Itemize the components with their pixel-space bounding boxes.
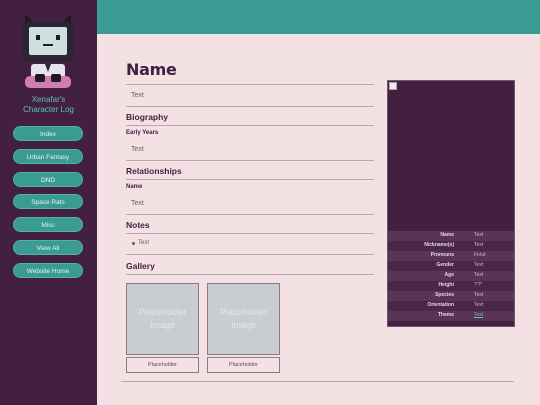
- nav-button-website-home[interactable]: Website Home: [13, 263, 83, 278]
- biography-heading: Biography: [126, 112, 169, 122]
- infobox-value: Text: [474, 292, 484, 298]
- infobox-key: Nickname(s): [424, 242, 454, 248]
- biography-text: Text: [131, 146, 144, 153]
- site-title-line2: Character Log: [23, 105, 74, 114]
- infobox-row: Pronouns Fe/ut: [388, 251, 514, 261]
- infobox-row: Gender Text: [388, 261, 514, 271]
- infobox-row: Name Text: [388, 231, 514, 241]
- gallery-image-placeholder: Placeholder Image: [219, 307, 268, 330]
- character-portrait[interactable]: [388, 81, 514, 229]
- divider: [126, 160, 374, 161]
- infobox-key: Orientation: [427, 302, 454, 308]
- divider: [126, 84, 374, 85]
- infobox-key: Age: [444, 272, 454, 278]
- nav-button-space-rats[interactable]: Space Rats: [13, 194, 83, 209]
- infobox-key: Height: [438, 282, 454, 288]
- infobox-value: Fe/ut: [474, 252, 486, 258]
- divider: [126, 179, 374, 180]
- divider: [126, 254, 374, 255]
- character-name-heading: Name: [126, 60, 177, 79]
- divider: [126, 233, 374, 234]
- nav-button-dnd[interactable]: DND: [13, 172, 83, 187]
- relationships-text: Text: [131, 200, 144, 207]
- relationships-heading: Relationships: [126, 166, 182, 176]
- gallery-heading: Gallery: [126, 261, 155, 271]
- nav-button-misc[interactable]: Misc: [13, 217, 83, 232]
- broken-image-icon: [389, 82, 397, 90]
- character-infobox: Name Text Nickname(s) Text Pronouns Fe/ut Gend…: [387, 80, 515, 327]
- infobox-row: Theme Text: [388, 311, 514, 321]
- intro-text: Text: [131, 92, 144, 99]
- infobox-row: Orientation Text: [388, 301, 514, 311]
- biography-subheading: Early Years: [126, 130, 159, 136]
- notes-heading: Notes: [126, 220, 150, 230]
- infobox-value: Text: [474, 272, 484, 278]
- gallery-caption: Placeholder: [207, 357, 280, 373]
- site-title[interactable]: Xenafar's Character Log: [0, 95, 97, 115]
- divider: [126, 106, 374, 107]
- infobox-key: Gender: [436, 262, 454, 268]
- infobox-row: Height ?'?": [388, 281, 514, 291]
- infobox-theme-link[interactable]: Text: [474, 312, 483, 318]
- infobox-row: Nickname(s) Text: [388, 241, 514, 251]
- infobox-value: Text: [474, 232, 484, 238]
- nav-button-view-all[interactable]: View All: [13, 240, 83, 255]
- infobox-key: Pronouns: [430, 252, 454, 258]
- infobox-value: Text: [474, 262, 484, 268]
- top-banner: [97, 0, 540, 34]
- gallery-caption: Placeholder: [126, 357, 199, 373]
- gallery-image-placeholder: Placeholder Image: [138, 307, 187, 330]
- gallery-image[interactable]: Placeholder Image: [126, 283, 199, 355]
- divider: [126, 214, 374, 215]
- infobox-value: Text: [474, 302, 484, 308]
- infobox-row: Species Text: [388, 291, 514, 301]
- bullet-dot: [132, 242, 135, 245]
- footer-divider: [121, 381, 514, 382]
- relationships-subheading: Name: [126, 184, 143, 190]
- nav-button-urban-fantasy[interactable]: Urban Fantasy: [13, 149, 83, 164]
- infobox-value: ?'?": [474, 282, 483, 288]
- infobox-key: Name: [440, 232, 454, 238]
- infobox-key: Species: [435, 292, 454, 298]
- infobox-row: Age Text: [388, 271, 514, 281]
- divider: [126, 125, 374, 126]
- nav-button-index[interactable]: Index: [13, 126, 83, 141]
- infobox-key: Theme: [437, 312, 454, 318]
- gallery-image[interactable]: Placeholder Image: [207, 283, 280, 355]
- notes-item: Text: [138, 240, 150, 246]
- mascot-logo: [23, 14, 73, 88]
- infobox-value: Text: [474, 242, 484, 248]
- divider: [126, 274, 374, 275]
- site-title-line1: Xenafar's: [31, 95, 66, 104]
